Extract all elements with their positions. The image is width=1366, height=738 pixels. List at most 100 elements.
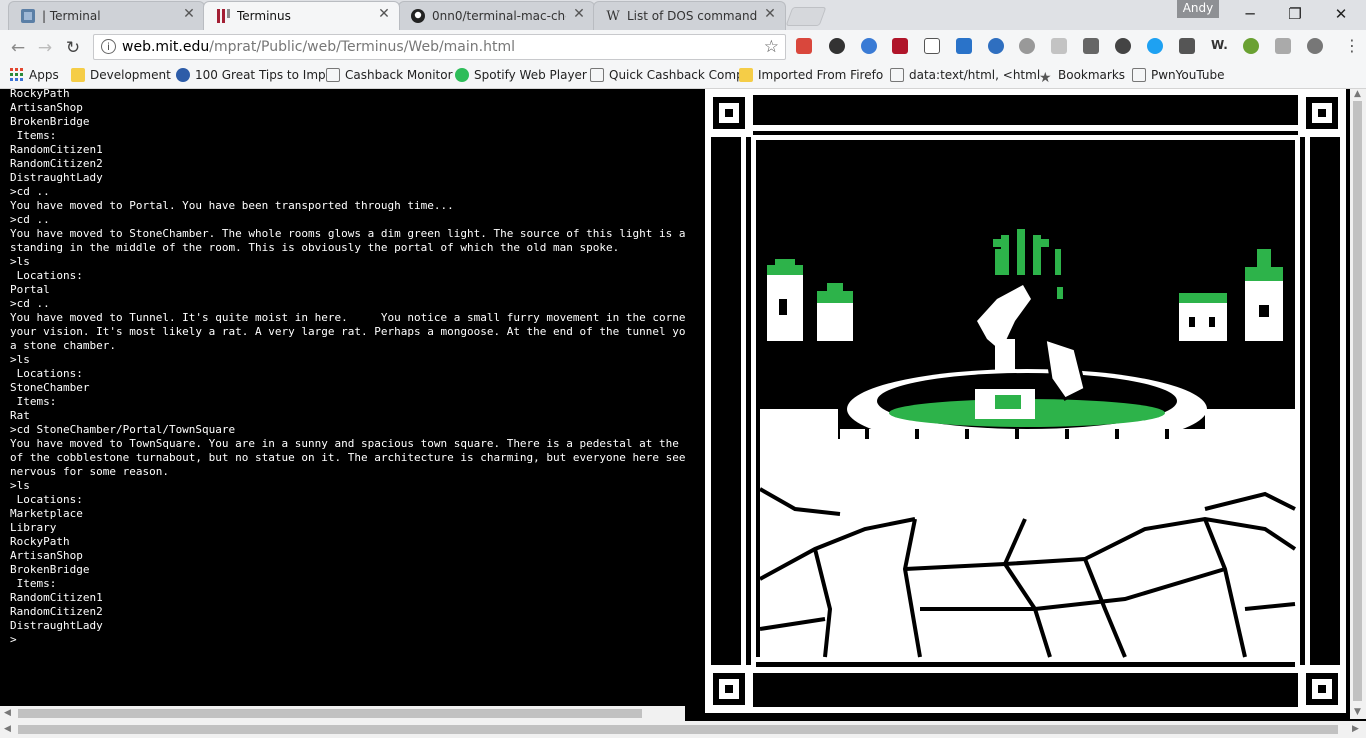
bookmark-cashback-monitor[interactable]: Cashback Monitor — [326, 68, 453, 86]
scroll-left-icon[interactable]: ◀ — [4, 724, 11, 734]
terminal-line: RandomCitizen2 — [10, 605, 103, 618]
extension-bookmark-icon[interactable] — [796, 38, 812, 54]
bookmark-quick-cashback[interactable]: Quick Cashback Comp — [590, 68, 744, 86]
close-window-icon[interactable]: ✕ — [1318, 3, 1364, 25]
terminal-line: ArtisanShop — [10, 101, 83, 114]
tab-terminal[interactable]: | Terminal ✕ — [8, 1, 205, 30]
reload-icon[interactable]: ↻ — [63, 38, 83, 58]
terminal-line: You have moved to StoneChamber. The whol… — [10, 227, 685, 240]
terminal-line: > — [10, 633, 17, 646]
tab-terminus[interactable]: Terminus ✕ — [203, 1, 400, 30]
terminal-line: >cd .. — [10, 297, 50, 310]
extension-leaf-icon[interactable] — [1243, 38, 1259, 54]
bookmark-bookmarks[interactable]: ★ Bookmarks — [1039, 68, 1125, 86]
minimize-icon[interactable]: ─ — [1227, 3, 1273, 25]
terminal-line: RockyPath — [10, 535, 70, 548]
terminal-line: Marketplace — [10, 507, 83, 520]
browser-toolbar: ← → ↻ i web.mit.edu/mprat/Public/web/Ter… — [0, 30, 1366, 65]
terminal-tab-icon — [21, 9, 35, 23]
ublock-icon[interactable] — [892, 38, 908, 54]
cast-icon[interactable] — [924, 38, 940, 54]
extension-globe-icon[interactable] — [861, 38, 877, 54]
terminal-line: of the cobblestone turnabout, but no sta… — [10, 451, 685, 464]
url-host: web.mit.edu — [122, 39, 210, 55]
restore-icon[interactable]: ❐ — [1272, 3, 1318, 25]
bookmark-great-tips[interactable]: 100 Great Tips to Imp — [176, 68, 326, 86]
page-horizontal-scrollbar[interactable]: ◀ ▶ — [0, 721, 1366, 738]
bookmark-imported-firefox[interactable]: Imported From Firefo — [739, 68, 883, 86]
close-icon[interactable]: ✕ — [572, 7, 586, 21]
close-icon[interactable]: ✕ — [182, 7, 196, 21]
url-text[interactable]: web.mit.edu/mprat/Public/web/Terminus/We… — [122, 39, 515, 55]
terminal-horizontal-scroll-thumb[interactable] — [18, 709, 642, 718]
scroll-right-icon[interactable]: ▶ — [1352, 724, 1359, 734]
bookmark-label: Cashback Monitor — [345, 68, 453, 82]
github-icon — [411, 9, 425, 23]
bookmark-label: PwnYouTube — [1151, 68, 1225, 82]
close-icon[interactable]: ✕ — [763, 7, 777, 21]
page-horizontal-scroll-thumb[interactable] — [18, 725, 1338, 734]
extension-news-icon[interactable] — [1179, 38, 1195, 54]
fountain-scene-image — [705, 89, 1346, 713]
page-content: RockyPath ArtisanShop BrokenBridge Items… — [0, 89, 1366, 738]
scroll-up-icon[interactable]: ▲ — [1354, 89, 1361, 99]
extension-w-icon[interactable]: W. — [1211, 38, 1228, 54]
extension-grid-icon[interactable] — [1083, 38, 1099, 54]
town-square-pixel-art — [705, 89, 1346, 713]
site-icon — [176, 68, 190, 82]
skype-icon[interactable] — [1147, 38, 1163, 54]
tab-wikipedia[interactable]: W List of DOS commands - ✕ — [593, 1, 786, 30]
terminal-line: Items: — [10, 577, 57, 590]
tab-title: | Terminal — [42, 9, 101, 23]
terminal-line: RandomCitizen1 — [10, 591, 103, 604]
extension-gear-icon[interactable] — [1019, 38, 1035, 54]
new-tab-button[interactable] — [785, 7, 827, 26]
terminal-line: a stone chamber. — [10, 339, 116, 352]
extension-download-icon[interactable] — [956, 38, 972, 54]
wikipedia-icon: W — [606, 8, 620, 24]
bookmark-star-icon[interactable]: ☆ — [764, 37, 779, 57]
bookmark-spotify[interactable]: Spotify Web Player — [455, 68, 587, 86]
address-bar[interactable]: i web.mit.edu/mprat/Public/web/Terminus/… — [93, 34, 786, 60]
terminal-line: DistraughtLady — [10, 171, 103, 184]
terminal-horizontal-scrollbar[interactable]: ◀ — [0, 706, 685, 721]
bookmark-development[interactable]: Development — [71, 68, 171, 86]
extension-circle-icon[interactable] — [1307, 38, 1323, 54]
folder-icon — [71, 68, 85, 82]
tab-title: Terminus — [237, 9, 291, 23]
bookmark-label: Apps — [29, 68, 59, 82]
menu-icon[interactable]: ⋮ — [1344, 38, 1360, 54]
vertical-scroll-thumb[interactable] — [1353, 101, 1362, 701]
terminal-line: Locations: — [10, 493, 83, 506]
scroll-left-icon[interactable]: ◀ — [4, 708, 11, 718]
terminal-line: Library — [10, 521, 57, 534]
close-icon[interactable]: ✕ — [377, 7, 391, 21]
extension-evernote-icon[interactable] — [829, 38, 845, 54]
extension-chart-icon[interactable] — [1051, 38, 1067, 54]
bookmark-apps[interactable]: Apps — [10, 68, 59, 86]
terminal-panel[interactable]: RockyPath ArtisanShop BrokenBridge Items… — [0, 89, 685, 706]
info-icon[interactable]: i — [101, 39, 116, 54]
vertical-scrollbar[interactable]: ▲ ▼ — [1350, 89, 1366, 719]
bookmark-pwnyoutube[interactable]: PwnYouTube — [1132, 68, 1224, 86]
extension-chat-icon[interactable] — [1115, 38, 1131, 54]
terminal-output[interactable]: RockyPath ArtisanShop BrokenBridge Items… — [10, 89, 685, 647]
profile-button[interactable]: Andy — [1177, 0, 1219, 18]
extension-shield-icon[interactable] — [988, 38, 1004, 54]
tab-strip: | Terminal ✕ Terminus ✕ 0nn0/terminal-ma… — [0, 0, 1366, 30]
forward-icon[interactable]: → — [35, 38, 55, 58]
tab-title: List of DOS commands - — [627, 9, 757, 23]
terminal-line: Rat — [10, 409, 30, 422]
terminal-line: StoneChamber — [10, 381, 90, 394]
scroll-down-icon[interactable]: ▼ — [1354, 707, 1361, 717]
bookmark-data-html[interactable]: data:text/html, <html — [890, 68, 1040, 86]
extension-bars-icon[interactable] — [1275, 38, 1291, 54]
back-icon[interactable]: ← — [8, 38, 28, 58]
terminal-line: >cd StoneChamber/Portal/TownSquare — [10, 423, 236, 436]
bookmark-label: 100 Great Tips to Imp — [195, 68, 326, 82]
terminal-line: Locations: — [10, 269, 83, 282]
bookmark-label: Imported From Firefo — [758, 68, 884, 82]
tab-github[interactable]: 0nn0/terminal-mac-chea ✕ — [398, 1, 595, 30]
terminal-line: >cd .. — [10, 185, 50, 198]
terminal-line: RockyPath — [10, 89, 70, 100]
